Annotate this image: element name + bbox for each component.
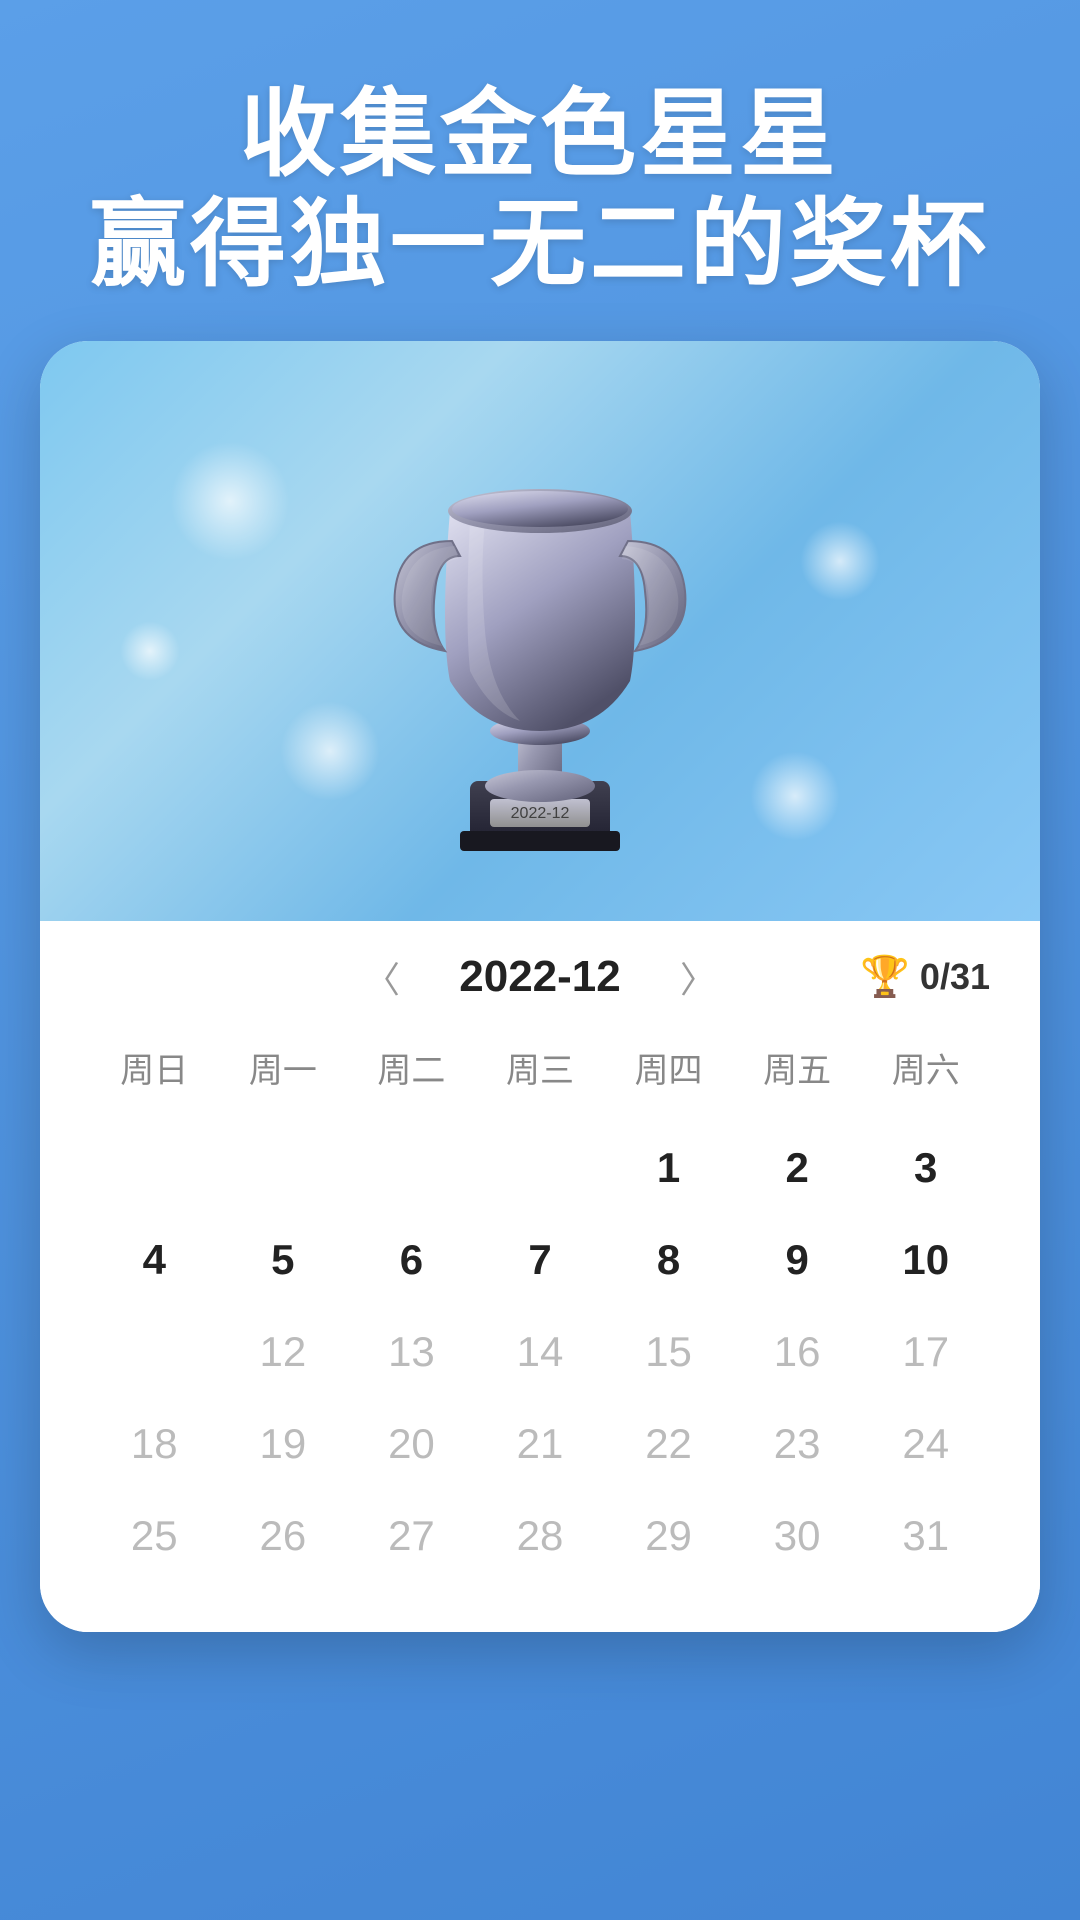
cal-cell-11-today[interactable]: 11 bbox=[90, 1306, 219, 1398]
cal-cell-3[interactable]: 3 bbox=[861, 1122, 990, 1214]
trophy-count-value: 0/31 bbox=[920, 956, 990, 998]
cal-cell-4[interactable]: 4 bbox=[90, 1214, 219, 1306]
cal-cell-15[interactable]: 15 bbox=[604, 1306, 733, 1398]
cal-cell-8[interactable]: 8 bbox=[604, 1214, 733, 1306]
weekday-sat: 周六 bbox=[861, 1033, 990, 1102]
cal-cell-29[interactable]: 29 bbox=[604, 1490, 733, 1582]
cal-cell-12[interactable]: 12 bbox=[219, 1306, 348, 1398]
prev-month-button[interactable]: 〈 bbox=[364, 951, 400, 1003]
main-card: 2022-12 bbox=[40, 341, 1040, 1632]
cal-cell-7[interactable]: 7 bbox=[476, 1214, 605, 1306]
cal-cell-empty-1[interactable] bbox=[90, 1122, 219, 1214]
trophy-section: 2022-12 bbox=[40, 341, 1040, 921]
cal-cell-18[interactable]: 18 bbox=[90, 1398, 219, 1490]
cal-cell-16[interactable]: 16 bbox=[733, 1306, 862, 1398]
current-month-label: 2022-12 bbox=[430, 952, 650, 1002]
cal-cell-empty-3[interactable] bbox=[347, 1122, 476, 1214]
cal-cell-empty-2[interactable] bbox=[219, 1122, 348, 1214]
weekday-wed: 周三 bbox=[476, 1033, 605, 1102]
glow-3 bbox=[280, 701, 380, 801]
glow-2 bbox=[800, 521, 880, 601]
trophy-image: 2022-12 bbox=[370, 391, 710, 871]
cal-cell-31[interactable]: 31 bbox=[861, 1490, 990, 1582]
calendar-grid: 1 2 3 4 5 6 7 8 9 10 11 12 13 14 15 16 1… bbox=[90, 1122, 990, 1582]
cal-cell-2[interactable]: 2 bbox=[733, 1122, 862, 1214]
cal-cell-1[interactable]: 1 bbox=[604, 1122, 733, 1214]
cal-cell-30[interactable]: 30 bbox=[733, 1490, 862, 1582]
header-title: 收集金色星星 赢得独一无二的奖杯 bbox=[0, 80, 1080, 301]
cal-cell-9[interactable]: 9 bbox=[733, 1214, 862, 1306]
weekday-thu: 周四 bbox=[604, 1033, 733, 1102]
glow-5 bbox=[120, 621, 180, 681]
trophy-count-icon: 🏆 bbox=[860, 953, 910, 1000]
cal-cell-10[interactable]: 10 bbox=[861, 1214, 990, 1306]
svg-text:2022-12: 2022-12 bbox=[511, 805, 570, 822]
cal-cell-5[interactable]: 5 bbox=[219, 1214, 348, 1306]
cal-cell-19[interactable]: 19 bbox=[219, 1398, 348, 1490]
cal-cell-22[interactable]: 22 bbox=[604, 1398, 733, 1490]
cal-cell-17[interactable]: 17 bbox=[861, 1306, 990, 1398]
header-section: 收集金色星星 赢得独一无二的奖杯 bbox=[0, 0, 1080, 341]
weekday-fri: 周五 bbox=[733, 1033, 862, 1102]
cal-cell-23[interactable]: 23 bbox=[733, 1398, 862, 1490]
calendar-header: 〈 2022-12 〉 🏆 0/31 bbox=[90, 951, 990, 1003]
cal-cell-empty-4[interactable] bbox=[476, 1122, 605, 1214]
cal-cell-25[interactable]: 25 bbox=[90, 1490, 219, 1582]
cal-cell-13[interactable]: 13 bbox=[347, 1306, 476, 1398]
weekday-sun: 周日 bbox=[90, 1033, 219, 1102]
cal-cell-14[interactable]: 14 bbox=[476, 1306, 605, 1398]
cal-cell-21[interactable]: 21 bbox=[476, 1398, 605, 1490]
cal-cell-24[interactable]: 24 bbox=[861, 1398, 990, 1490]
glow-1 bbox=[170, 441, 290, 561]
cal-cell-26[interactable]: 26 bbox=[219, 1490, 348, 1582]
weekday-tue: 周二 bbox=[347, 1033, 476, 1102]
next-month-button[interactable]: 〉 bbox=[680, 951, 716, 1003]
cal-cell-6[interactable]: 6 bbox=[347, 1214, 476, 1306]
weekday-headers: 周日 周一 周二 周三 周四 周五 周六 bbox=[90, 1033, 990, 1102]
weekday-mon: 周一 bbox=[219, 1033, 348, 1102]
cal-cell-28[interactable]: 28 bbox=[476, 1490, 605, 1582]
glow-4 bbox=[750, 751, 840, 841]
cal-cell-20[interactable]: 20 bbox=[347, 1398, 476, 1490]
cal-cell-27[interactable]: 27 bbox=[347, 1490, 476, 1582]
calendar-section: 〈 2022-12 〉 🏆 0/31 周日 周一 周二 周三 周四 周五 周六 bbox=[40, 921, 1040, 1632]
month-navigation: 〈 2022-12 〉 bbox=[364, 951, 716, 1003]
trophy-count-display: 🏆 0/31 bbox=[860, 953, 990, 1000]
